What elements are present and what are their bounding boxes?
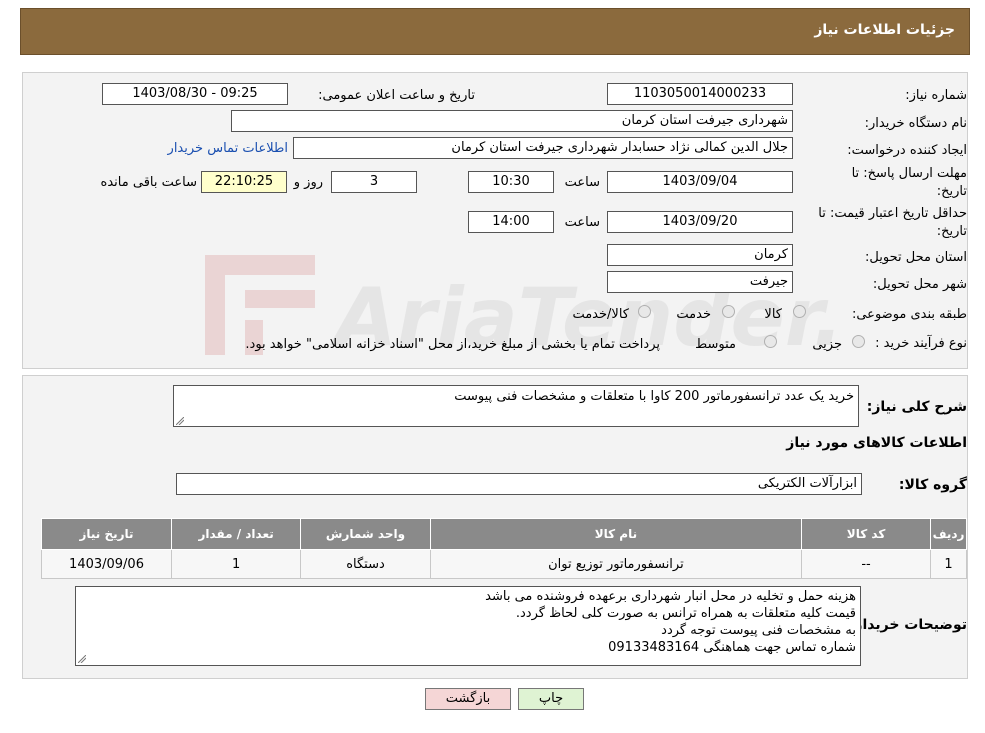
buyer-contact-link[interactable]: اطلاعات تماس خریدار xyxy=(168,141,288,156)
deadline-time-label: ساعت xyxy=(564,175,600,190)
province-field[interactable]: کرمان xyxy=(607,244,793,266)
process-radio-medium[interactable] xyxy=(764,335,777,348)
process-option-minor: جزیی xyxy=(812,337,842,352)
remaining-time-field: 22:10:25 xyxy=(201,171,287,193)
announce-datetime-field[interactable]: 1403/08/30 - 09:25 xyxy=(102,83,288,105)
cell-date: 1403/09/06 xyxy=(40,549,173,579)
cell-unit: دستگاه xyxy=(300,549,431,579)
cell-qty: 1 xyxy=(171,549,302,579)
process-radio-minor[interactable] xyxy=(852,335,865,348)
goods-table: ردیف کد کالا نام کالا واحد شمارش تعداد /… xyxy=(40,518,967,579)
need-number-label: شماره نیاز: xyxy=(905,88,967,103)
col-code-header: کد کالا xyxy=(801,518,932,550)
category-option-goods: کالا xyxy=(764,307,782,322)
city-field[interactable]: جیرفت xyxy=(607,271,793,293)
buyer-notes-label: توضیحات خریدار: xyxy=(848,617,967,633)
days-word: روز و xyxy=(293,175,323,190)
goods-group-label: گروه کالا: xyxy=(898,477,967,493)
goods-group-field[interactable]: ابزارآلات الکتریکی xyxy=(176,473,862,495)
days-remaining-field: 3 xyxy=(331,171,417,193)
cell-row: 1 xyxy=(930,549,967,579)
process-note: پرداخت تمام یا بخشی از مبلغ خرید،از محل … xyxy=(245,337,660,352)
deadline-label-date: تاریخ: xyxy=(936,184,967,199)
validity-label: حداقل تاریخ اعتبار قیمت: تا xyxy=(818,206,967,221)
goods-info-title: اطلاعات کالاهای مورد نیاز xyxy=(786,435,967,451)
need-description-field[interactable]: خرید یک عدد ترانسفورماتور 200 کاوا با مت… xyxy=(173,385,859,427)
buyer-org-label: نام دستگاه خریدار: xyxy=(864,116,967,131)
back-button[interactable]: بازگشت xyxy=(425,688,511,710)
city-label: شهر محل تحویل: xyxy=(872,277,967,292)
buyer-notes-field[interactable]: هزینه حمل و تخلیه در محل انبار شهرداری ب… xyxy=(75,586,861,666)
category-option-goods-service: کالا/خدمت xyxy=(572,307,629,322)
validity-date-field[interactable]: 1403/09/20 xyxy=(607,211,793,233)
need-description-text: خرید یک عدد ترانسفورماتور 200 کاوا با مت… xyxy=(454,389,854,404)
process-label: نوع فرآیند خرید : xyxy=(875,336,967,351)
col-unit-header: واحد شمارش xyxy=(300,518,431,550)
buyer-note-line: هزینه حمل و تخلیه در محل انبار شهرداری ب… xyxy=(485,589,856,604)
need-number-field[interactable]: 1103050014000233 xyxy=(607,83,793,105)
category-label: طبقه بندی موضوعی: xyxy=(851,307,967,322)
col-name-header: نام کالا xyxy=(429,518,803,550)
province-label: استان محل تحویل: xyxy=(865,250,967,265)
remaining-time-label: ساعت باقی مانده xyxy=(100,175,197,190)
buyer-note-line: شماره تماس جهت هماهنگی 09133483164 xyxy=(608,640,856,655)
cell-name: ترانسفورماتور توزیع توان xyxy=(429,549,803,579)
process-option-medium: متوسط xyxy=(695,337,736,352)
col-date-header: تاریخ نیاز xyxy=(40,518,173,550)
col-row-header: ردیف xyxy=(930,518,967,550)
announce-label: تاریخ و ساعت اعلان عمومی: xyxy=(318,88,475,103)
page-header: جزئیات اطلاعات نیاز xyxy=(20,8,970,55)
category-radio-goods-service[interactable] xyxy=(638,305,651,318)
category-radio-goods[interactable] xyxy=(793,305,806,318)
resize-grip-icon[interactable] xyxy=(176,417,184,425)
validity-time-field[interactable]: 14:00 xyxy=(468,211,554,233)
print-button[interactable]: چاپ xyxy=(518,688,584,710)
deadline-label: مهلت ارسال پاسخ: تا xyxy=(851,166,967,181)
creator-field[interactable]: جلال الدین کمالی نژاد حسابدار شهرداری جی… xyxy=(293,137,793,159)
resize-grip-icon[interactable] xyxy=(78,655,86,663)
col-qty-header: تعداد / مقدار xyxy=(171,518,302,550)
category-option-service: خدمت xyxy=(676,307,711,322)
cell-code: -- xyxy=(801,549,932,579)
table-header-row: ردیف کد کالا نام کالا واحد شمارش تعداد /… xyxy=(40,518,967,550)
deadline-time-field[interactable]: 10:30 xyxy=(468,171,554,193)
page-title: جزئیات اطلاعات نیاز xyxy=(814,22,955,38)
validity-time-label: ساعت xyxy=(564,215,600,230)
deadline-date-field[interactable]: 1403/09/04 xyxy=(607,171,793,193)
creator-label: ایجاد کننده درخواست: xyxy=(847,143,967,158)
category-radio-service[interactable] xyxy=(722,305,735,318)
buyer-org-field[interactable]: شهرداری جیرفت استان کرمان xyxy=(231,110,793,132)
validity-label-date: تاریخ: xyxy=(936,224,967,239)
buyer-note-line: به مشخصات فنی پیوست توجه گردد xyxy=(661,623,856,638)
table-row[interactable]: 1 -- ترانسفورماتور توزیع توان دستگاه 1 1… xyxy=(40,549,967,579)
buyer-note-line: قیمت کلیه متعلقات به همراه ترانس به صورت… xyxy=(515,606,856,621)
need-description-label: شرح کلی نیاز: xyxy=(866,399,967,415)
